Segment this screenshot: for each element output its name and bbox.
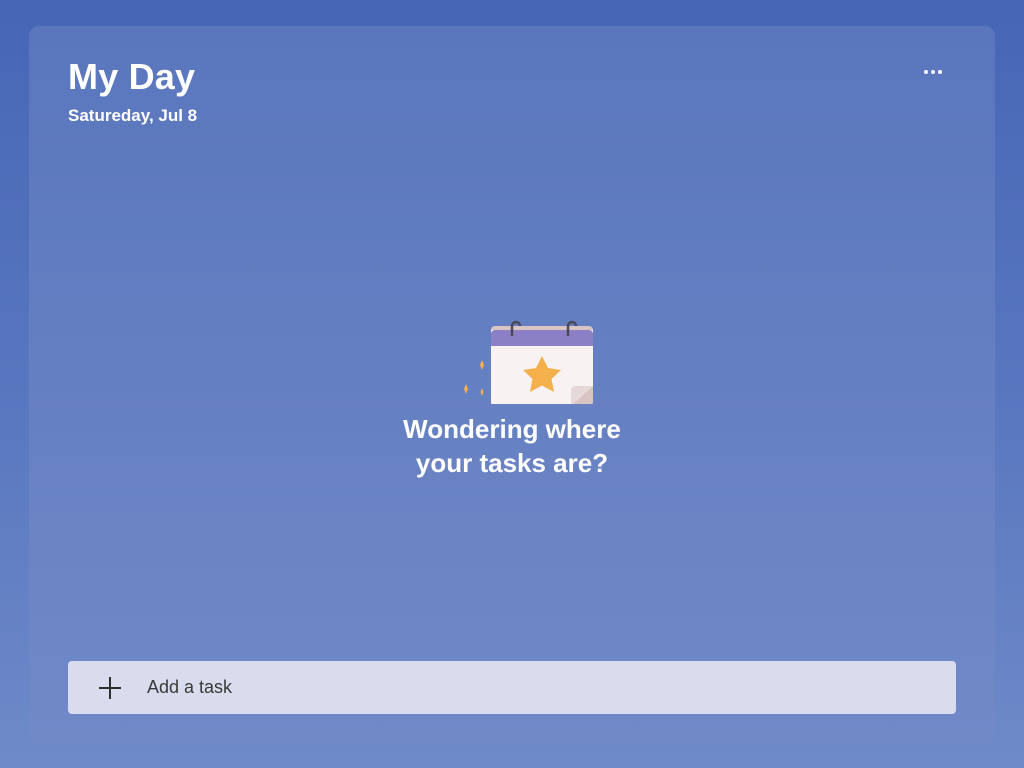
page-title: My Day [68,56,196,97]
empty-state-line-2: your tasks are? [415,448,609,478]
my-day-panel: My Day Satureday, Jul 8 Wondering where … [29,26,995,744]
page-date: Satureday, Jul 8 [68,106,198,125]
more-options-button[interactable] [915,58,951,86]
add-task-input[interactable]: Add a task [68,661,956,714]
empty-state-message: Wondering where your tasks are? [312,412,712,480]
add-task-placeholder: Add a task [147,677,233,697]
more-horizontal-icon [924,70,928,74]
calendar-star-icon [464,320,593,404]
empty-state-line-1: Wondering where [403,414,621,444]
plus-icon [99,676,121,699]
more-dot [931,70,935,74]
more-dot [938,70,942,74]
